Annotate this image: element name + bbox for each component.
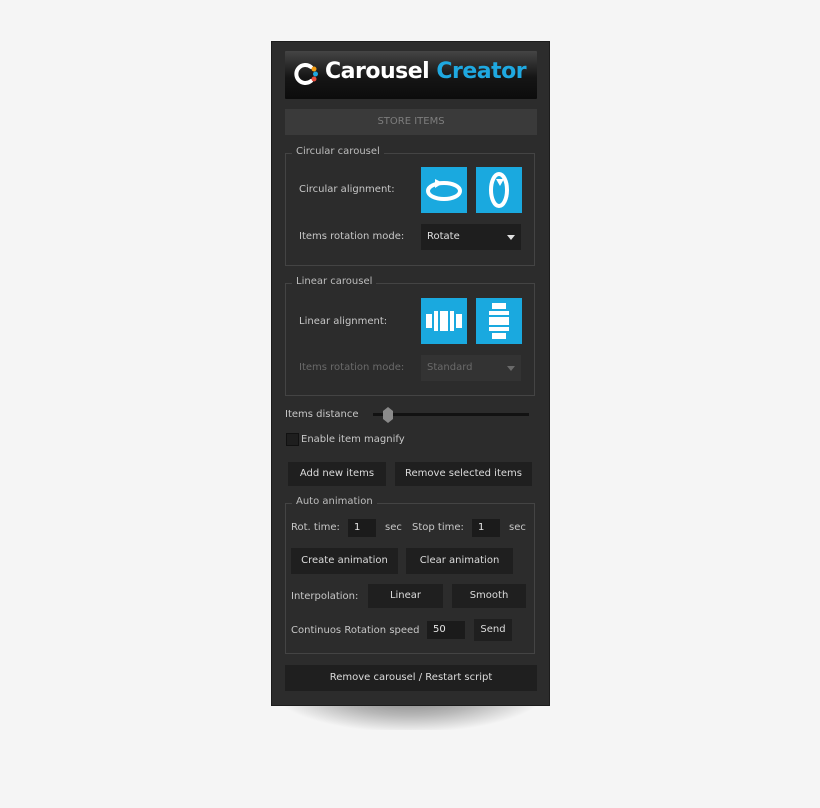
carousel-creator-panel: Carousel Creator STORE ITEMS Circular ca… [271,41,550,706]
stop-time-label: Stop time: [412,522,464,533]
rot-time-input[interactable]: 1 [348,519,376,537]
logo-banner: Carousel Creator [285,51,537,99]
auto-animation-title: Auto animation [292,496,377,507]
clear-animation-button[interactable]: Clear animation [406,548,513,574]
horizontal-rotation-icon [426,179,462,201]
circular-horizontal-button[interactable] [421,167,467,213]
linear-rotation-mode-select[interactable]: Standard [421,355,521,381]
circular-vertical-button[interactable] [476,167,522,213]
circular-rotation-mode-select[interactable]: Rotate [421,224,521,250]
interpolation-label: Interpolation: [291,591,359,602]
logo-word-creator: Creator [436,59,527,84]
linear-vertical-button[interactable] [476,298,522,344]
items-distance-slider[interactable] [373,413,529,416]
logo-c-icon [294,63,318,85]
rotation-speed-input[interactable]: 50 [427,621,465,639]
enable-magnify-label: Enable item magnify [301,434,405,445]
circular-rotation-mode-value: Rotate [427,231,460,242]
create-animation-button[interactable]: Create animation [291,548,398,574]
chevron-down-icon [507,235,515,240]
store-items-button[interactable]: STORE ITEMS [285,109,537,135]
logo-text: Carousel Creator [325,59,527,84]
logo-word-carousel: Carousel [325,59,430,84]
rotation-speed-label: Continuos Rotation speed [291,625,420,636]
items-distance-label: Items distance [285,409,359,420]
linear-rotation-mode-label: Items rotation mode: [299,362,405,373]
auto-animation-group: Auto animation Rot. time: 1 sec Stop tim… [285,496,535,654]
circular-alignment-label: Circular alignment: [299,184,395,195]
linear-horizontal-button[interactable] [421,298,467,344]
remove-selected-items-button[interactable]: Remove selected items [395,462,532,486]
stop-time-unit: sec [509,522,526,533]
send-button[interactable]: Send [474,619,512,641]
linear-carousel-group: Linear carousel Linear alignment: Items … [285,276,535,396]
rot-time-label: Rot. time: [291,522,340,533]
chevron-down-icon [507,366,515,371]
linear-rotation-mode-value: Standard [427,362,473,373]
circular-rotation-mode-label: Items rotation mode: [299,231,405,242]
horizontal-linear-icon [426,311,462,331]
interpolation-linear-button[interactable]: Linear [368,584,443,608]
linear-alignment-label: Linear alignment: [299,316,388,327]
stop-time-input[interactable]: 1 [472,519,500,537]
interpolation-smooth-button[interactable]: Smooth [452,584,526,608]
circular-carousel-group: Circular carousel Circular alignment: It… [285,146,535,266]
remove-carousel-button[interactable]: Remove carousel / Restart script [285,665,537,691]
vertical-rotation-icon [489,172,509,208]
rot-time-unit: sec [385,522,402,533]
vertical-linear-icon [489,303,509,339]
add-new-items-button[interactable]: Add new items [288,462,386,486]
circular-carousel-title: Circular carousel [292,146,384,157]
slider-thumb[interactable] [383,407,393,423]
linear-carousel-title: Linear carousel [292,276,377,287]
enable-magnify-checkbox[interactable] [286,433,299,446]
